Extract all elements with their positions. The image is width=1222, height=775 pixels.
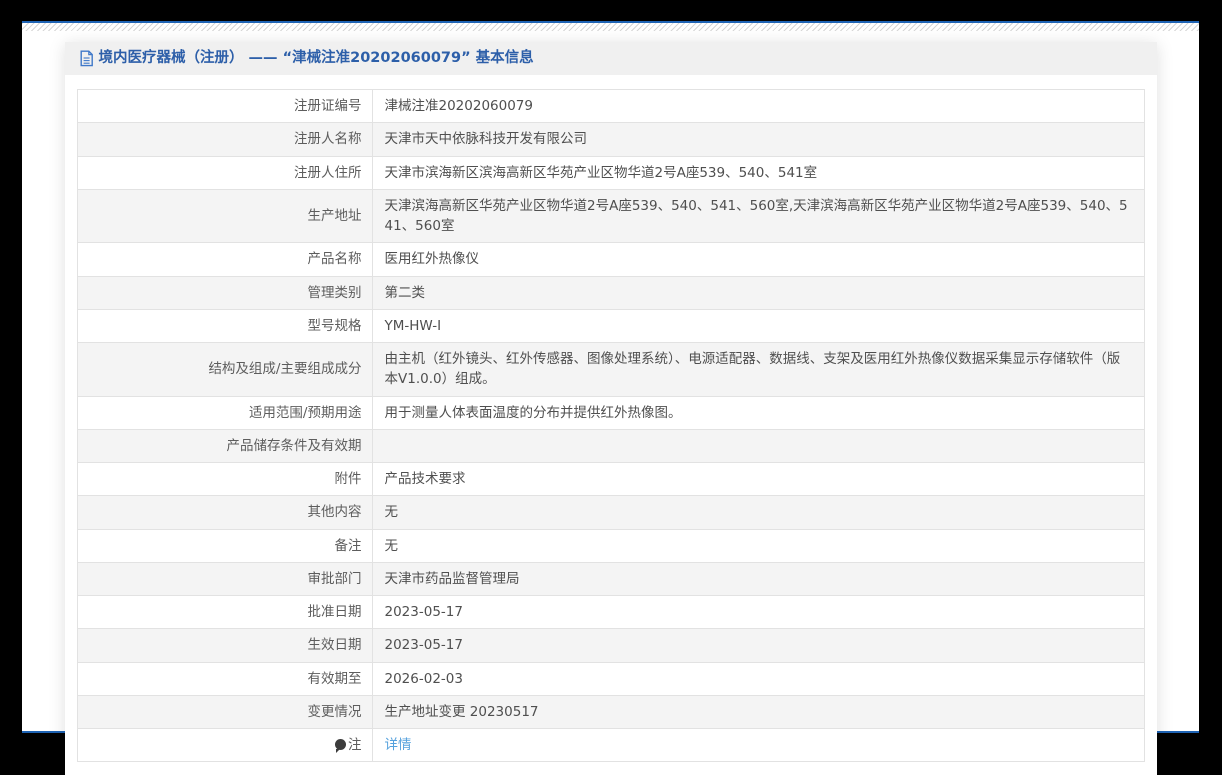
row-value: 医用红外热像仪 [371, 242, 1145, 277]
row-value: 2023-05-17 [371, 628, 1145, 663]
row-label: 变更情况 [76, 694, 373, 730]
table-row: 其他内容无 [76, 495, 1145, 530]
row-label: 附件 [76, 461, 373, 497]
row-label: 管理类别 [76, 275, 373, 310]
hatch-strip [22, 23, 1199, 31]
row-value: YM-HW-I [371, 308, 1145, 344]
row-label: 产品名称 [76, 242, 373, 277]
page-title: 境内医疗器械（注册） —— “津械注准20202060079” 基本信息 [98, 50, 534, 66]
table-row: 有效期至 2026-02-03 [76, 661, 1145, 696]
row-label: 结构及组成/主要组成成分 [76, 342, 373, 397]
table-row: 结构及组成/主要组成成分 由主机（红外镜头、红外传感器、图像处理系统）、电源适配器… [76, 342, 1145, 397]
table-row: 审批部门 天津市药品监督管理局 [76, 561, 1145, 597]
row-value: 天津市药品监督管理局 [371, 561, 1145, 597]
table-row: 生产地址 天津滨海高新区华苑产业区物华道2号A座539、540、541、560室,… [76, 188, 1145, 244]
row-label: 备注 [76, 528, 373, 563]
row-label: 注册人住所 [76, 155, 373, 190]
row-value: 天津滨海高新区华苑产业区物华道2号A座539、540、541、560室,天津滨海… [371, 188, 1145, 244]
table-row: 注详情 [76, 727, 1145, 763]
row-value: 天津市天中依脉科技开发有限公司 [371, 122, 1145, 157]
row-value [371, 428, 1145, 464]
table-row: 变更情况 生产地址变更 20230517 [76, 694, 1145, 730]
table-row: 生效日期 2023-05-17 [76, 628, 1145, 663]
row-label: 其他内容 [76, 495, 373, 530]
table-row: 备注无 [76, 528, 1145, 563]
info-card: 境内医疗器械（注册） —— “津械注准20202060079” 基本信息 注册证… [64, 42, 1157, 775]
row-value: 2023-05-17 [371, 594, 1145, 630]
row-label: 生产地址 [76, 188, 373, 244]
page-background: 境内医疗器械（注册） —— “津械注准20202060079” 基本信息 注册证… [22, 21, 1199, 775]
table-row: 注册人名称 天津市天中依脉科技开发有限公司 [76, 122, 1145, 157]
row-label: 产品储存条件及有效期 [76, 428, 373, 464]
table-row: 产品名称 医用红外热像仪 [76, 242, 1145, 277]
info-table-body: 注册证编号 津械注准20202060079 注册人名称 天津市天中依脉科技开发有限公司… [76, 88, 1145, 763]
row-value: 由主机（红外镜头、红外传感器、图像处理系统）、电源适配器、数据线、支架及医用红外… [371, 342, 1145, 397]
table-row: 管理类别 第二类 [76, 275, 1145, 310]
row-value: 用于测量人体表面温度的分布并提供红外热像图。 [371, 395, 1145, 430]
row-value: 2026-02-03 [371, 661, 1145, 696]
row-value: 无 [371, 528, 1145, 563]
row-value: 第二类 [371, 275, 1145, 310]
row-label: 生效日期 [76, 628, 373, 663]
table-row: 附件 产品技术要求 [76, 461, 1145, 497]
card-header: 境内医疗器械（注册） —— “津械注准20202060079” 基本信息 [64, 42, 1157, 75]
row-value: 生产地址变更 20230517 [371, 694, 1145, 730]
table-row: 型号规格 YM-HW-I [76, 308, 1145, 344]
row-value: 无 [371, 495, 1145, 530]
note-balloon-icon [335, 739, 346, 753]
row-label: 注册证编号 [76, 88, 373, 124]
row-label: 审批部门 [76, 561, 373, 597]
row-label: 注 [76, 727, 373, 763]
row-value: 天津市滨海新区滨海高新区华苑产业区物华道2号A座539、540、541室 [371, 155, 1145, 190]
table-row: 产品储存条件及有效期 [76, 428, 1145, 464]
row-value: 产品技术要求 [371, 461, 1145, 497]
table-row: 适用范围/预期用途 用于测量人体表面温度的分布并提供红外热像图。 [76, 395, 1145, 430]
row-label: 批准日期 [76, 594, 373, 630]
table-row: 注册人住所 天津市滨海新区滨海高新区华苑产业区物华道2号A座539、540、541… [76, 155, 1145, 190]
detail-link[interactable]: 详情 [385, 737, 412, 753]
row-value: 津械注准20202060079 [371, 88, 1145, 124]
table-row: 批准日期 2023-05-17 [76, 594, 1145, 630]
row-label: 注册人名称 [76, 122, 373, 157]
table-row: 注册证编号 津械注准20202060079 [76, 88, 1145, 124]
row-label: 有效期至 [76, 661, 373, 696]
row-label: 适用范围/预期用途 [76, 395, 373, 430]
row-value: 详情 [371, 727, 1145, 763]
document-icon [79, 50, 94, 67]
info-table: 注册证编号 津械注准20202060079 注册人名称 天津市天中依脉科技开发有限公司… [76, 88, 1145, 763]
row-label: 型号规格 [76, 308, 373, 344]
